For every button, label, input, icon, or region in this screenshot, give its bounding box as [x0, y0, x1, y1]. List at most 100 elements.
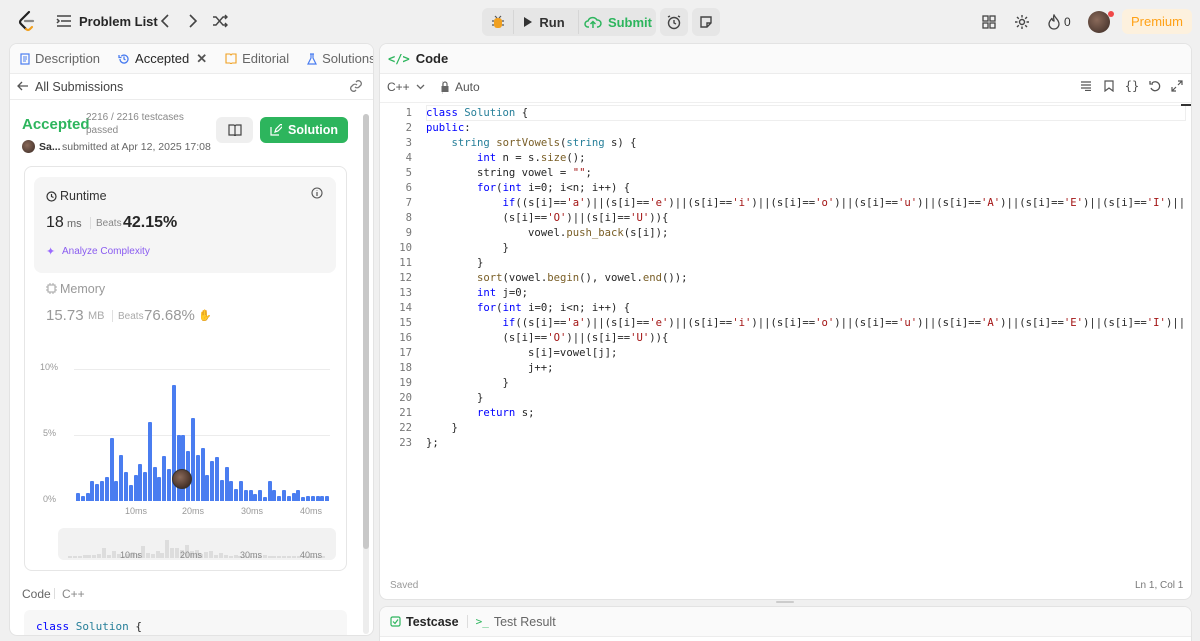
chart-bar[interactable] [80, 495, 85, 501]
chart-bar[interactable] [176, 435, 181, 501]
language-select[interactable]: C++ [387, 80, 425, 94]
chart-bar[interactable] [286, 495, 291, 501]
chart-bar[interactable] [320, 495, 325, 501]
tab-test-result[interactable]: >_ Test Result [476, 615, 556, 629]
notebook-button[interactable] [216, 117, 253, 143]
settings-gear-icon[interactable] [1012, 12, 1032, 32]
format-icon[interactable] [1078, 78, 1094, 94]
submitter-name[interactable]: Sa... [39, 141, 61, 153]
chart-bar[interactable] [325, 495, 330, 501]
chart-bar[interactable] [267, 481, 272, 501]
solution-button[interactable]: Solution [260, 117, 348, 143]
prev-arrow-icon[interactable] [156, 12, 174, 30]
scrollbar-thumb[interactable] [363, 114, 369, 549]
info-icon[interactable] [311, 187, 323, 199]
chart-bar[interactable] [205, 474, 210, 501]
chart-bar[interactable] [191, 417, 196, 501]
chart-bar[interactable] [229, 481, 234, 501]
chart-bar[interactable] [195, 454, 200, 501]
chart-bar[interactable] [85, 493, 90, 501]
bookmark-icon[interactable] [1101, 78, 1117, 94]
chart-bar[interactable] [258, 490, 263, 501]
chart-bar[interactable] [315, 495, 320, 501]
chart-bar[interactable] [157, 477, 162, 501]
tab-description[interactable]: Description [10, 44, 109, 74]
layout-icon[interactable] [980, 13, 998, 31]
all-submissions-link[interactable]: All Submissions [35, 80, 123, 94]
chart-bar[interactable] [291, 493, 296, 501]
chart-bar[interactable] [114, 481, 119, 501]
chart-bar[interactable] [76, 493, 80, 501]
chart-bar[interactable] [234, 489, 239, 501]
chart-bar[interactable] [210, 461, 215, 501]
chart-bar[interactable] [306, 495, 311, 501]
leetcode-logo[interactable] [16, 10, 38, 32]
reset-icon[interactable] [1147, 78, 1163, 94]
code-editor[interactable]: class Solution { public: string sortVowe… [426, 106, 1185, 451]
run-button[interactable]: Run [518, 10, 570, 34]
timer-icon[interactable] [660, 8, 688, 36]
close-tab-icon[interactable]: ✕ [196, 51, 207, 67]
chart-bar[interactable] [238, 481, 243, 501]
chart-bar[interactable] [253, 494, 258, 501]
chart-bar[interactable] [133, 474, 138, 501]
chart-bar[interactable] [162, 456, 167, 501]
chart-bar[interactable] [90, 481, 95, 501]
mode-auto[interactable]: Auto [455, 80, 480, 94]
shuffle-icon[interactable] [210, 12, 230, 30]
streak-fire-icon[interactable] [1046, 12, 1062, 32]
chart-bar[interactable] [99, 481, 104, 501]
chart-bar[interactable] [109, 437, 114, 501]
chart-bar[interactable] [310, 495, 315, 501]
chart-bar[interactable] [282, 490, 287, 501]
next-arrow-icon[interactable] [184, 12, 202, 30]
chart-bar[interactable] [104, 477, 109, 501]
submit-button[interactable]: Submit [584, 10, 652, 34]
chart-bar[interactable] [224, 466, 229, 501]
chart-bar[interactable] [301, 497, 306, 501]
chart-bar[interactable] [181, 435, 186, 501]
user-avatar[interactable] [1088, 11, 1110, 33]
expand-icon[interactable] [1169, 78, 1185, 94]
debug-icon[interactable] [488, 12, 508, 32]
braces-icon[interactable]: {} [1123, 78, 1141, 94]
bars-area [76, 369, 330, 501]
share-link-icon[interactable] [348, 78, 364, 94]
chart-bar[interactable] [143, 471, 148, 501]
chart-bar[interactable] [167, 469, 172, 501]
chart-bar[interactable] [277, 495, 282, 501]
line-number: 6 [405, 182, 412, 194]
tab-accepted[interactable]: Accepted ✕ [109, 44, 216, 74]
tab-test-result-label: Test Result [493, 614, 556, 629]
resize-handle[interactable] [776, 601, 794, 603]
overview-slider[interactable]: 10ms 20ms 30ms 40ms [58, 528, 336, 560]
tab-editorial[interactable]: Editorial [216, 44, 298, 74]
chart-bar[interactable] [147, 421, 152, 501]
chart-bar[interactable] [95, 483, 100, 501]
tab-testcase[interactable]: Testcase [390, 615, 459, 629]
x-tick-40ms: 40ms [300, 506, 323, 516]
runtime-card[interactable]: Runtime 18 ms Beats 42.15% ✦ Analyze Com… [34, 177, 336, 273]
chart-bar[interactable] [262, 497, 267, 501]
chart-bar[interactable] [214, 457, 219, 501]
chart-bar[interactable] [219, 479, 224, 501]
premium-button[interactable]: Premium [1122, 9, 1192, 34]
chart-bar[interactable] [200, 448, 205, 501]
submitter-avatar[interactable] [22, 140, 35, 153]
line-number: 21 [399, 407, 412, 419]
chart-bar[interactable] [272, 490, 277, 501]
chart-bar[interactable] [119, 454, 124, 501]
chart-bar[interactable] [128, 485, 133, 501]
chart-bar[interactable] [296, 490, 301, 501]
chart-bar[interactable] [243, 490, 248, 501]
chart-bar[interactable] [152, 466, 157, 501]
note-icon[interactable] [692, 8, 720, 36]
problem-list-link[interactable]: Problem List [79, 14, 158, 29]
analyze-complexity-link[interactable]: Analyze Complexity [62, 246, 150, 257]
chart-bar[interactable] [248, 490, 253, 501]
chart-bar[interactable] [138, 464, 143, 501]
list-icon[interactable] [55, 12, 73, 30]
back-arrow-icon[interactable] [16, 79, 30, 93]
tab-solutions[interactable]: Solutions [298, 44, 373, 74]
chart-bar[interactable] [123, 471, 128, 501]
